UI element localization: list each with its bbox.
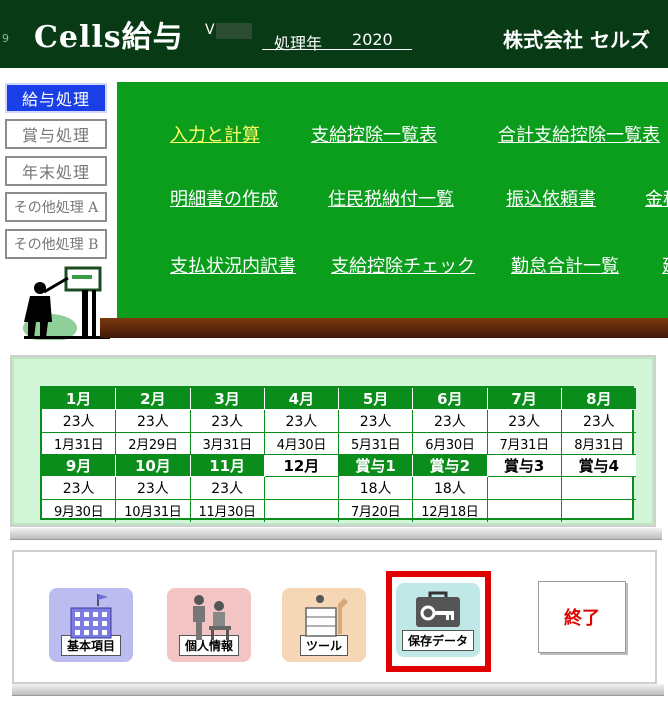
payment-date: 2月29日 [116, 432, 191, 455]
employee-count: 23人 [116, 410, 191, 433]
menu-cutoff-item[interactable]: 建 [662, 252, 668, 278]
employee-count [264, 477, 339, 500]
menu-payment-deduction-list[interactable]: 支給控除一覧表 [311, 121, 437, 147]
payment-date: 6月30日 [413, 432, 488, 455]
tools-button[interactable]: ツール [282, 588, 366, 662]
menu-payment-status-breakdown[interactable]: 支払状況内訳書 [170, 252, 296, 278]
bonus-header[interactable]: 賞与1 [339, 454, 414, 478]
payment-date: 8月31日 [561, 433, 636, 455]
payment-date: 3月31日 [190, 432, 265, 455]
month-header[interactable]: 6月 [413, 388, 488, 411]
employee-count: 18人 [339, 477, 414, 500]
menu-total-payment-deduction-list[interactable]: 合計支給控除一覧表 [498, 121, 660, 147]
monthly-calendar-grid: 1月 2月 3月 4月 5月 6月 7月 8月 23人 23人 23人 23人 … [40, 386, 636, 522]
payment-date: 11月30日 [191, 499, 265, 522]
bonus-header[interactable]: 賞与3 [487, 454, 562, 478]
year-label: 処理年 [274, 34, 323, 53]
month-header[interactable]: 5月 [339, 388, 414, 411]
year-value: 2020 [352, 30, 393, 49]
briefcase-key-icon [416, 591, 460, 627]
employee-count: 23人 [190, 477, 265, 500]
payment-date: 5月31日 [339, 432, 414, 455]
nav-other-processing-b[interactable]: その他処理 B [5, 229, 107, 259]
employee-count: 23人 [190, 410, 265, 433]
payment-date: 7月31日 [487, 432, 562, 455]
payment-date [488, 499, 562, 522]
month-header[interactable]: 10月 [116, 454, 191, 478]
menu-input-and-calculation[interactable]: 入力と計算 [170, 121, 260, 147]
employee-count: 23人 [42, 410, 117, 433]
nav-bonus-processing[interactable]: 賞与処理 [5, 119, 107, 149]
people-icon [193, 595, 231, 640]
menu-denomination[interactable]: 金種 [645, 185, 668, 211]
basic-items-button[interactable]: 基本項目 [49, 588, 133, 662]
title-bar: 9 Cells給与 V 処理年 2020 株式会社 セルズ [0, 0, 668, 68]
payment-date: 12月18日 [413, 499, 488, 522]
employee-count: 18人 [413, 477, 488, 500]
worker-tools-icon [305, 595, 348, 637]
payment-date: 4月30日 [264, 432, 339, 455]
employee-count: 23人 [413, 410, 488, 433]
menu-create-payslip[interactable]: 明細書の作成 [170, 185, 278, 211]
bonus-header[interactable]: 賞与2 [413, 454, 488, 478]
header-marker: 9 [2, 32, 9, 45]
payment-date [265, 499, 339, 522]
employee-count: 23人 [487, 410, 562, 433]
month-header[interactable]: 9月 [42, 454, 117, 478]
payment-date: 1月31日 [42, 432, 117, 455]
month-header[interactable]: 3月 [190, 388, 265, 411]
month-header[interactable]: 1月 [42, 388, 117, 411]
employee-count [561, 477, 636, 500]
board-ledge [100, 318, 668, 338]
employee-count: 23人 [116, 477, 191, 500]
month-header[interactable]: 8月 [561, 388, 636, 411]
menu-board: 入力と計算 支給控除一覧表 合計支給控除一覧表 明細書の作成 住民税納付一覧 振… [117, 82, 668, 320]
month-header[interactable]: 7月 [487, 388, 562, 411]
payment-date: 9月30日 [42, 499, 117, 522]
payment-date: 7月20日 [339, 499, 414, 522]
bonus-header[interactable]: 賞与4 [561, 454, 636, 478]
version-label: V [205, 22, 215, 38]
app-title: Cells給与 [34, 20, 184, 55]
month-header[interactable]: 2月 [116, 388, 191, 411]
saved-data-button[interactable]: 保存データ [396, 583, 480, 657]
payment-date: 10月31日 [116, 499, 191, 522]
building-icon [70, 594, 112, 639]
nav-other-processing-a[interactable]: その他処理 A [5, 192, 107, 222]
version-number-redacted [216, 23, 252, 39]
month-header[interactable]: 11月 [190, 454, 265, 478]
personal-info-button[interactable]: 個人情報 [167, 588, 251, 662]
nav-year-end-processing[interactable]: 年末処理 [5, 156, 107, 186]
menu-resident-tax-list[interactable]: 住民税納付一覧 [328, 185, 454, 211]
presenter-illustration [23, 266, 110, 340]
processing-year-field[interactable]: 処理年 2020 [262, 30, 412, 53]
employee-count [487, 477, 562, 500]
nav-payroll-processing[interactable]: 給与処理 [5, 83, 107, 113]
exit-button[interactable]: 終了 [538, 581, 626, 653]
tool-shelf [12, 684, 664, 696]
month-header[interactable]: 12月 [264, 454, 339, 478]
employee-count: 23人 [339, 410, 414, 433]
menu-attendance-total-list[interactable]: 勤怠合計一覧 [511, 252, 619, 278]
employee-count: 23人 [561, 410, 636, 433]
month-header[interactable]: 4月 [264, 388, 339, 411]
calendar-shelf [10, 528, 662, 540]
employee-count: 23人 [42, 477, 117, 500]
company-name: 株式会社 セルズ [503, 28, 650, 52]
menu-payment-deduction-check[interactable]: 支給控除チェック [331, 252, 475, 278]
employee-count: 23人 [264, 410, 339, 433]
payment-date [562, 500, 636, 522]
menu-transfer-request[interactable]: 振込依頼書 [506, 185, 596, 211]
